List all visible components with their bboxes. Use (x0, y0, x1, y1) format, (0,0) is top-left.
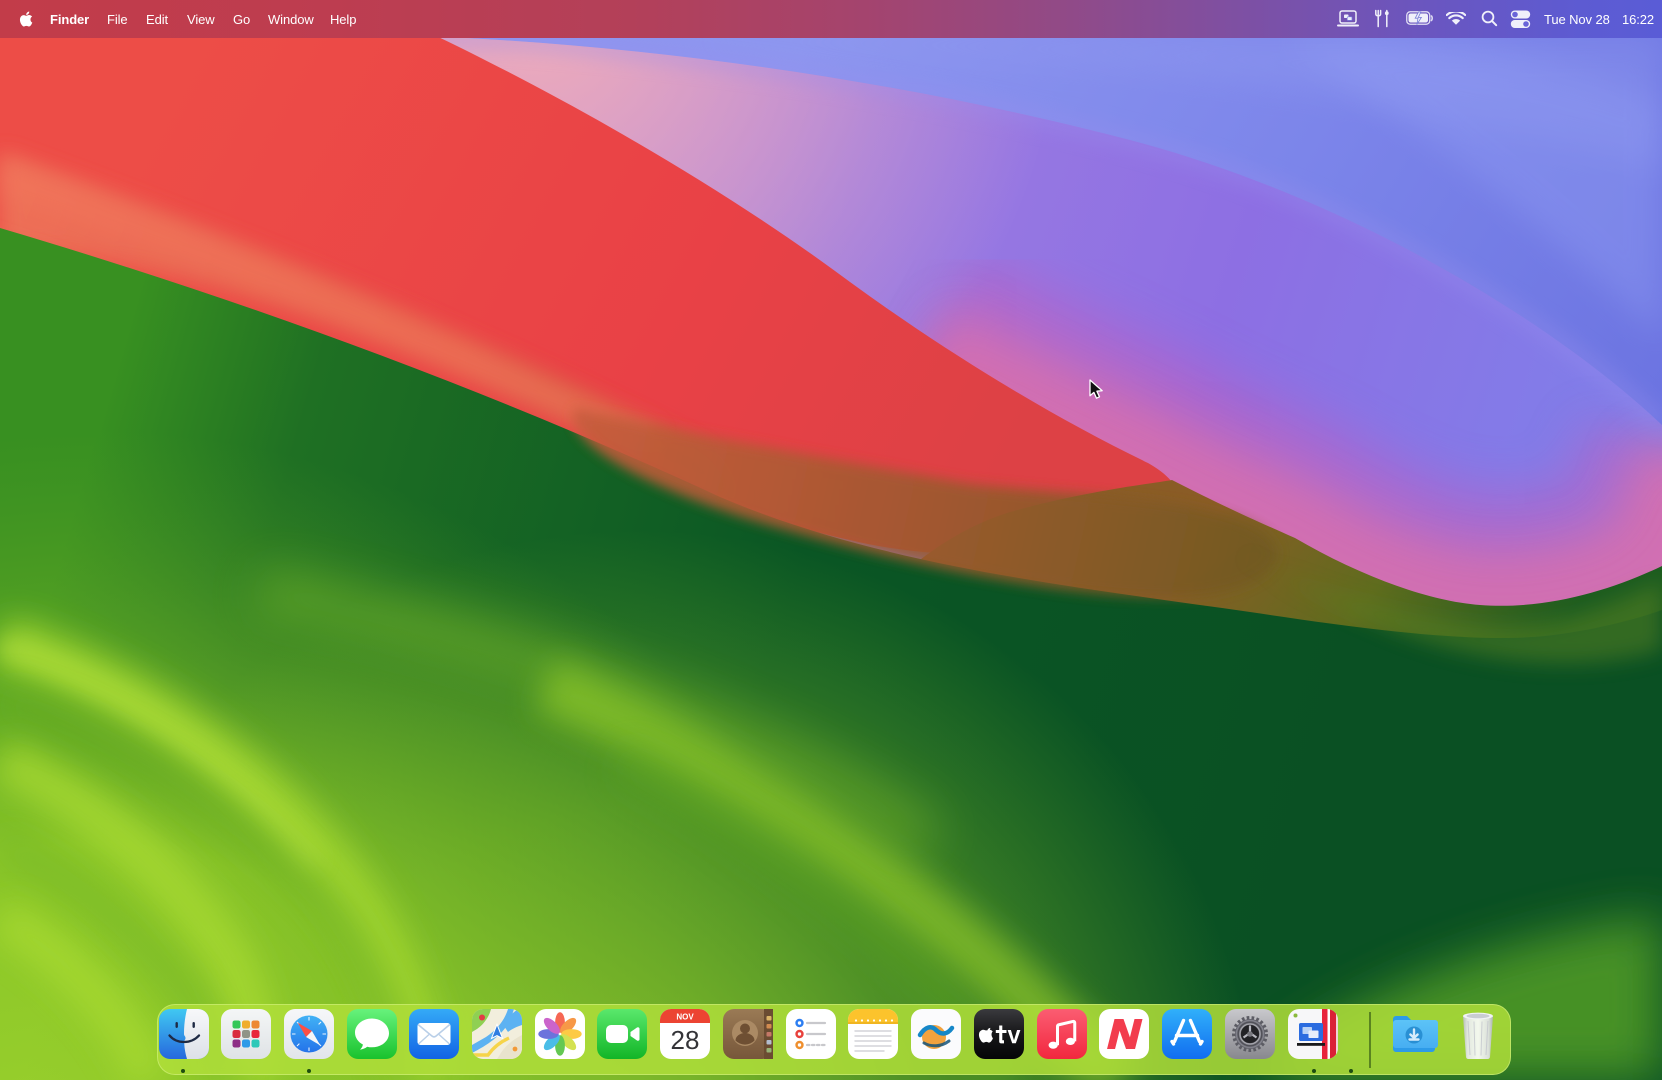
svg-text:NOV: NOV (676, 1013, 694, 1022)
svg-text:28: 28 (671, 1025, 700, 1055)
